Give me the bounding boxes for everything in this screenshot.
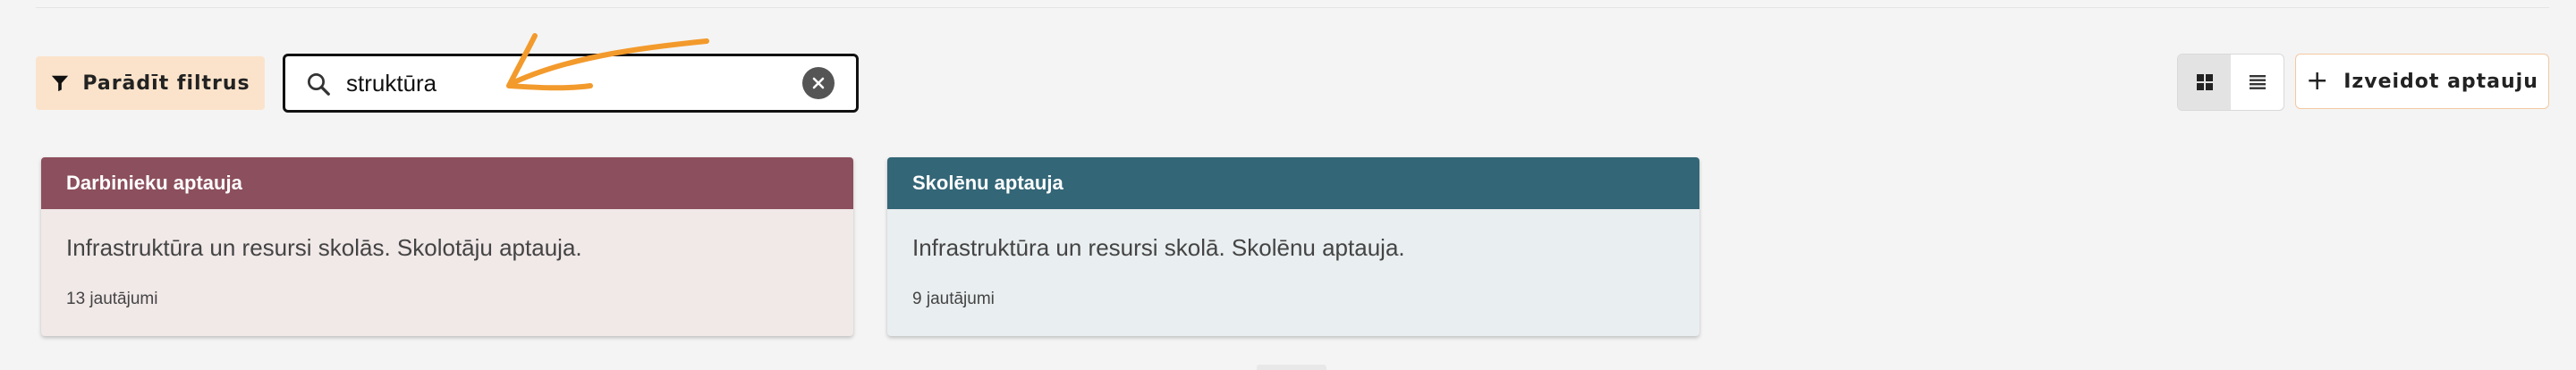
- list-view-button[interactable]: [2231, 55, 2284, 110]
- survey-card[interactable]: Skolēnu aptauja Infrastruktūra un resurs…: [887, 157, 1699, 336]
- view-mode-toggle[interactable]: [2177, 54, 2284, 111]
- list-view-icon: [2249, 75, 2266, 89]
- survey-card-header: Skolēnu aptauja: [887, 157, 1699, 209]
- top-divider: [36, 7, 2549, 8]
- survey-card[interactable]: Darbinieku aptauja Infrastruktūra un res…: [41, 157, 853, 336]
- pagination-hint: [1257, 365, 1326, 370]
- search-icon: [308, 73, 330, 96]
- survey-card-description: Infrastruktūra un resursi skolā. Skolēnu…: [912, 234, 1405, 261]
- survey-card-question-count: 13 jautājumi: [66, 290, 158, 308]
- search-field[interactable]: struktūra: [283, 54, 859, 113]
- clear-icon[interactable]: [802, 67, 835, 99]
- survey-card-title: Skolēnu aptauja: [912, 172, 1063, 194]
- survey-card-question-count: 9 jautājumi: [912, 290, 995, 308]
- create-survey-label: Izveidot aptauju: [2343, 70, 2538, 93]
- search-input[interactable]: struktūra: [346, 56, 436, 110]
- grid-view-icon: [2196, 74, 2213, 90]
- survey-card-header: Darbinieku aptauja: [41, 157, 853, 209]
- plus-icon: +: [2306, 65, 2330, 97]
- show-filters-label: Parādīt filtrus: [82, 71, 250, 95]
- filter-icon: [52, 75, 69, 92]
- grid-view-button[interactable]: [2178, 55, 2231, 110]
- survey-card-title: Darbinieku aptauja: [66, 172, 242, 194]
- create-survey-button[interactable]: + Izveidot aptauju: [2295, 54, 2549, 109]
- survey-card-description: Infrastruktūra un resursi skolās. Skolot…: [66, 234, 582, 261]
- show-filters-button[interactable]: Parādīt filtrus: [36, 56, 265, 110]
